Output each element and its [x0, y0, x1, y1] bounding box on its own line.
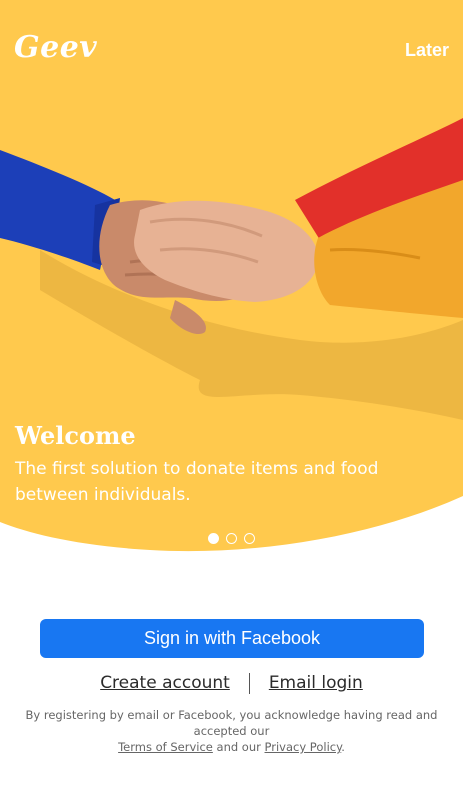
- legal-prefix: By registering by email or Facebook, you…: [25, 708, 438, 738]
- welcome-title: Welcome: [15, 421, 136, 450]
- create-account-link[interactable]: Create account: [81, 673, 249, 693]
- terms-of-service-link[interactable]: Terms of Service: [118, 740, 213, 754]
- privacy-policy-link[interactable]: Privacy Policy: [265, 740, 342, 754]
- facebook-signin-button[interactable]: Sign in with Facebook: [40, 619, 424, 658]
- geev-logo: Geev: [14, 30, 98, 65]
- onboarding-hero: Geev Later Welcome The first solution to…: [0, 0, 463, 560]
- carousel-dot[interactable]: [208, 533, 219, 544]
- legal-middle: and our: [216, 740, 261, 754]
- later-button[interactable]: Later: [405, 40, 449, 61]
- carousel-dot[interactable]: [244, 533, 255, 544]
- email-login-link[interactable]: Email login: [250, 673, 382, 693]
- carousel-indicator: [0, 533, 463, 544]
- legal-suffix: .: [341, 740, 345, 754]
- carousel-dot[interactable]: [226, 533, 237, 544]
- welcome-subtitle: The first solution to donate items and f…: [15, 459, 379, 505]
- legal-notice: By registering by email or Facebook, you…: [0, 707, 463, 755]
- auth-links: Create account Email login: [0, 670, 463, 696]
